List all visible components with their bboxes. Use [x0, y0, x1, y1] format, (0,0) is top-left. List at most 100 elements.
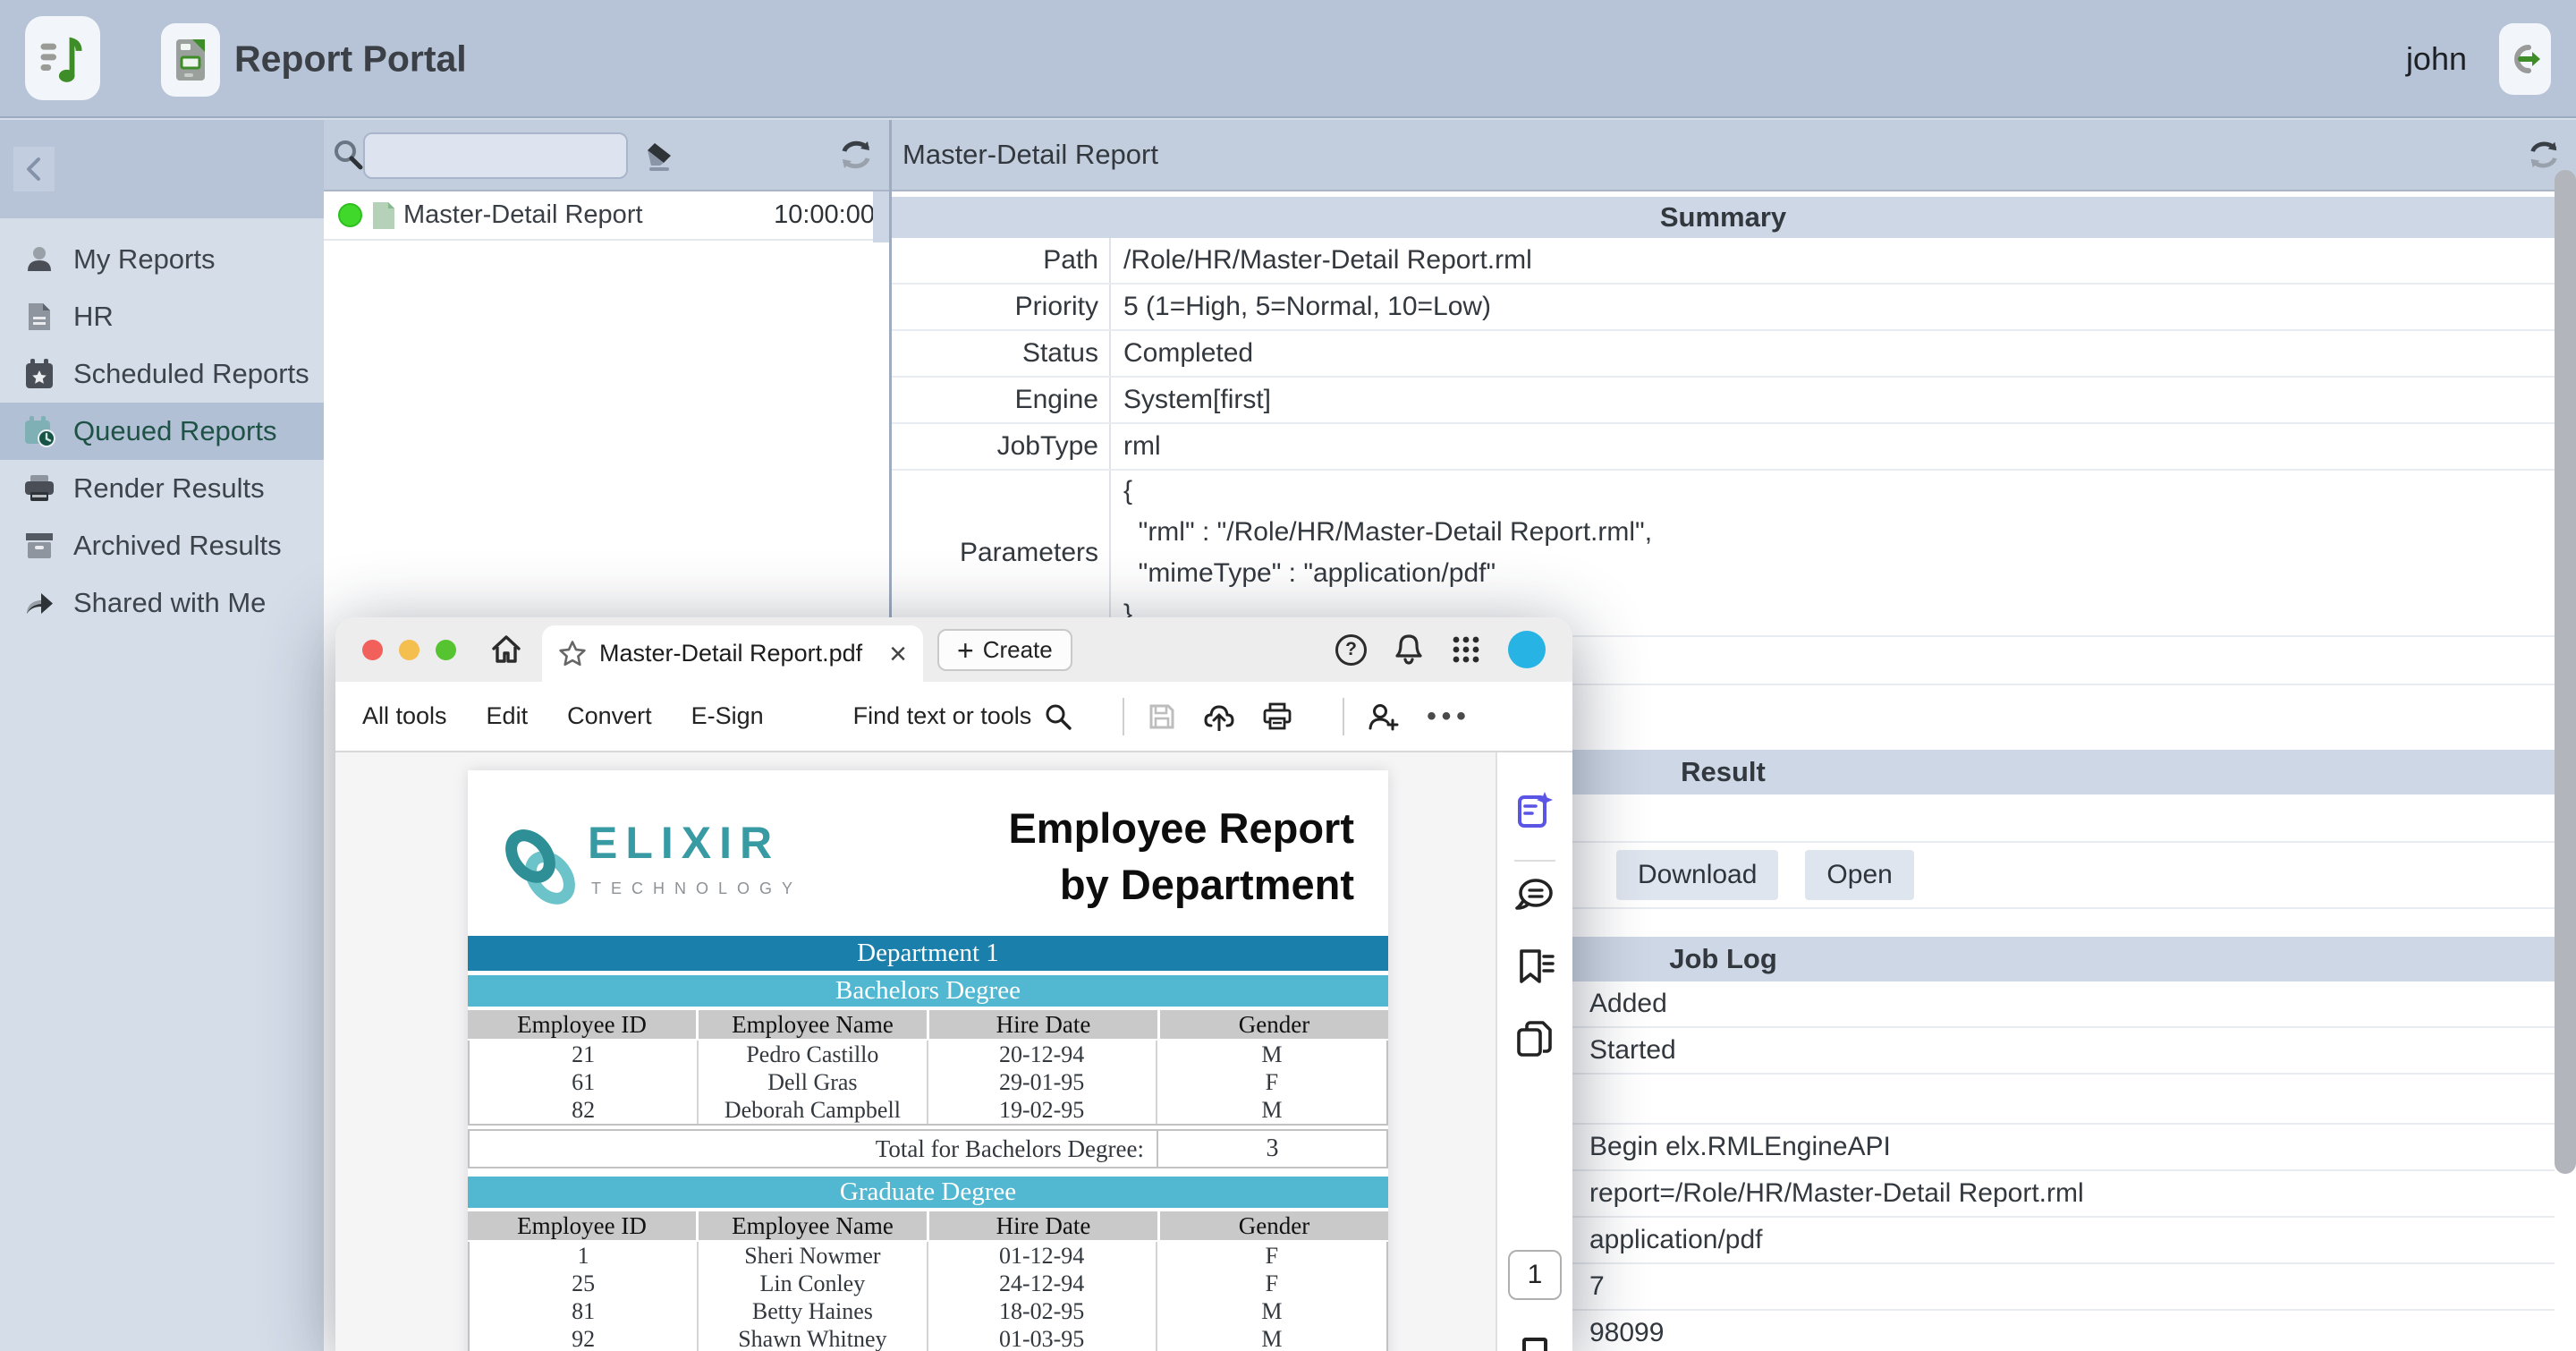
notifications-bell-icon[interactable]	[1394, 633, 1424, 666]
cell: 81	[470, 1297, 699, 1325]
page-title: Report Portal	[234, 38, 467, 81]
col-header: Employee ID	[468, 1211, 696, 1240]
list-scrollbar-stub[interactable]	[873, 191, 889, 242]
window-zoom-button[interactable]	[436, 640, 456, 660]
app-logo-button[interactable]	[25, 16, 100, 100]
cell: 61	[470, 1068, 699, 1096]
summary-label: Path	[892, 238, 1111, 283]
cell: 20-12-94	[928, 1041, 1157, 1068]
summary-label: Priority	[892, 285, 1111, 329]
tab-close-icon[interactable]: ×	[889, 639, 907, 669]
cell: Deborah Campbell	[699, 1096, 928, 1124]
refresh-icon[interactable]	[837, 137, 875, 173]
cell: M	[1157, 1096, 1386, 1124]
detail-title: Master-Detail Report	[902, 139, 1158, 171]
open-button[interactable]: Open	[1805, 850, 1913, 900]
user-avatar[interactable]	[1508, 631, 1546, 668]
sidebar-item-archived-results[interactable]: Archived Results	[0, 517, 324, 574]
sidebar-top-strip	[0, 120, 324, 218]
cell: 29-01-95	[928, 1068, 1157, 1096]
sidebar-collapse-button[interactable]	[13, 147, 55, 191]
report-list-item[interactable]: Master-Detail Report 10:00:00	[324, 191, 889, 241]
degree-header: Bachelors Degree	[468, 975, 1388, 1007]
sidebar-item-my-reports[interactable]: My Reports	[0, 231, 324, 288]
more-options-icon[interactable]: •••	[1427, 701, 1471, 732]
search-input[interactable]	[363, 132, 628, 179]
convert-menu[interactable]: Convert	[567, 702, 652, 730]
employee-table: Department 1 Bachelors Degree Employee I…	[468, 936, 1388, 1351]
ai-assistant-icon[interactable]	[1514, 790, 1555, 831]
col-header: Hire Date	[929, 1010, 1157, 1039]
column-headers: Employee ID Employee Name Hire Date Gend…	[468, 1211, 1388, 1240]
edit-menu[interactable]: Edit	[487, 702, 529, 730]
sidebar-item-label: Shared with Me	[73, 587, 266, 619]
app-header: Report Portal john	[0, 0, 2576, 118]
col-header: Gender	[1160, 1211, 1388, 1240]
comments-icon[interactable]	[1514, 876, 1555, 913]
elixir-brand-text: ELIXIR	[588, 817, 780, 869]
request-signature-icon[interactable]	[1368, 702, 1400, 731]
pdf-viewer-window: Master-Detail Report.pdf × + Create ? Al…	[335, 617, 1572, 1351]
summary-value: rml	[1111, 431, 1161, 462]
cell: 82	[470, 1096, 699, 1124]
search-icon	[331, 138, 365, 172]
bookmarks-icon[interactable]	[1514, 947, 1555, 987]
cell: 18-02-95	[928, 1297, 1157, 1325]
pdf-document-tab[interactable]: Master-Detail Report.pdf ×	[542, 625, 923, 682]
logout-button[interactable]	[2499, 23, 2551, 95]
logout-icon	[2506, 40, 2544, 78]
cell: F	[1157, 1068, 1386, 1096]
esign-menu[interactable]: E-Sign	[691, 702, 764, 730]
cell: 24-12-94	[928, 1270, 1157, 1297]
download-button[interactable]: Download	[1616, 850, 1778, 900]
detail-scrollbar-thumb[interactable]	[2555, 170, 2576, 1174]
cell: Pedro Castillo	[699, 1041, 928, 1068]
summary-label: Parameters	[892, 471, 1111, 635]
detail-refresh-icon[interactable]	[2526, 138, 2562, 172]
summary-value: /Role/HR/Master-Detail Report.rml	[1111, 245, 1532, 276]
cell: M	[1157, 1041, 1386, 1068]
find-text-label[interactable]: Find text or tools	[853, 702, 1032, 730]
total-value: 3	[1157, 1131, 1386, 1167]
report-doc-icon	[371, 200, 396, 231]
document-icon	[21, 301, 57, 333]
pdf-tab-title: Master-Detail Report.pdf	[599, 640, 862, 667]
print-icon[interactable]	[1262, 702, 1292, 731]
col-header: Gender	[1160, 1010, 1388, 1039]
document-app-icon	[171, 34, 210, 86]
report-title-line2: by Department	[1008, 857, 1354, 913]
summary-value: System[first]	[1111, 385, 1271, 415]
help-icon[interactable]: ?	[1335, 634, 1367, 666]
cell: F	[1157, 1242, 1386, 1270]
cloud-upload-icon[interactable]	[1203, 702, 1235, 731]
sidebar-item-label: Render Results	[73, 472, 265, 505]
calendar-clock-icon	[21, 415, 57, 447]
rail-divider	[1514, 860, 1555, 862]
page-number-input[interactable]: 1	[1508, 1250, 1562, 1300]
all-tools-menu[interactable]: All tools	[362, 702, 447, 730]
find-search-icon[interactable]	[1044, 702, 1072, 731]
window-close-button[interactable]	[362, 640, 383, 660]
report-portal-app-icon[interactable]	[161, 23, 220, 97]
elixir-sub-text: TECHNOLOGY	[591, 879, 802, 898]
sidebar-item-queued-reports[interactable]: Queued Reports	[0, 403, 324, 460]
toolbar-divider	[1343, 698, 1344, 735]
sidebar-item-hr[interactable]: HR	[0, 288, 324, 345]
home-icon[interactable]	[489, 633, 523, 667]
create-button[interactable]: + Create	[937, 629, 1072, 671]
star-icon[interactable]	[558, 640, 587, 667]
report-name: Master-Detail Report	[403, 200, 643, 230]
sidebar-item-render-results[interactable]: Render Results	[0, 460, 324, 517]
person-icon	[21, 243, 57, 276]
apps-grid-icon[interactable]	[1451, 634, 1481, 665]
titlebar-right-icons: ?	[1335, 617, 1546, 682]
sidebar-item-scheduled-reports[interactable]: Scheduled Reports	[0, 345, 324, 403]
col-header: Employee Name	[699, 1211, 927, 1240]
cell: F	[1157, 1270, 1386, 1297]
window-minimize-button[interactable]	[399, 640, 419, 660]
pages-icon[interactable]	[1514, 1019, 1555, 1060]
clear-search-eraser-icon[interactable]	[642, 136, 680, 174]
plus-icon: +	[957, 636, 974, 665]
rail-partial-icon[interactable]	[1522, 1338, 1547, 1351]
sidebar-item-shared-with-me[interactable]: Shared with Me	[0, 574, 324, 632]
